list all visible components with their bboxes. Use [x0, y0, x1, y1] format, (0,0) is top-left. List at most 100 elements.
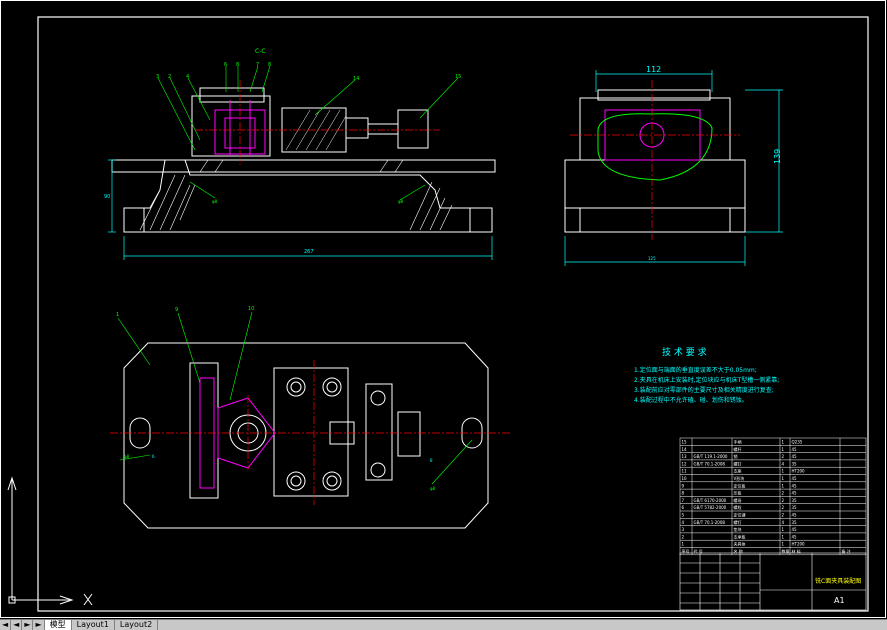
parts-list-cell: 螺钉: [734, 519, 742, 525]
top-slot-note-left: φ8: [124, 454, 130, 459]
parts-list-cell: 1: [782, 469, 785, 474]
balloon-top-0: 1: [116, 312, 119, 318]
tech-req-3: 3.装配前应对零部件的主要尺寸及相关精度进行复查;: [634, 386, 774, 394]
parts-list-cell: 定位板: [734, 482, 746, 488]
parts-list-cell: 压板: [734, 490, 742, 496]
parts-list-cell: 12: [682, 461, 688, 466]
balloon-front-5: 7: [256, 62, 259, 68]
sheet-border: [0, 0, 886, 618]
parts-list-cell: 35: [792, 498, 798, 503]
parts-list-cell: GB/T 5782-2000: [694, 505, 727, 510]
parts-list-cell: 1: [782, 440, 785, 445]
parts-list-cell: 定位键: [734, 512, 746, 518]
parts-list-cell: 2: [782, 513, 785, 518]
parts-list-cell: 7: [682, 498, 685, 503]
parts-list-cell: 5: [682, 513, 685, 518]
top-slot-note-right: φ8: [430, 486, 436, 491]
balloon-top-2: 10: [248, 306, 254, 312]
parts-list-cell: GB/T 70.1-2008: [694, 461, 726, 466]
tech-requirements-title: 技 术 要 求: [662, 346, 707, 358]
parts-list-cell: 1: [682, 542, 685, 547]
tech-requirements-list: 1.定位面与端面的垂直度误差不大于0.05mm; 2.夹具在机床上安装时,定位块…: [634, 366, 779, 404]
parts-list-cell: 45: [792, 476, 798, 481]
drawing-canvas[interactable]: 267 90 C-C 3 2 4 6 8 7 8 14 15 φ8 φ8 112…: [0, 0, 887, 629]
tech-req-4: 4.装配过程中不允许磕、碰、划伤和锈蚀。: [634, 396, 748, 404]
balloon-front-7: 14: [353, 76, 359, 82]
front-leaders: [157, 65, 459, 201]
parts-list-cell: 13: [682, 454, 688, 459]
parts-list-cell: 45: [792, 491, 798, 496]
parts-list-cell: 45: [792, 483, 798, 488]
parts-list-cell: 螺母: [734, 497, 742, 503]
parts-list-cell: 2: [782, 454, 785, 459]
parts-list-cell: 手柄: [734, 439, 742, 445]
front-view: [111, 87, 496, 233]
parts-list-cell: 支座: [734, 468, 742, 474]
parts-list-cell: 35: [792, 505, 798, 510]
parts-list-cell: 8: [682, 491, 685, 496]
drawing-title: 铣C面夹具装配图: [815, 577, 861, 585]
parts-list-cell: GB/T 70.1-2008: [694, 520, 726, 525]
parts-list-cell: 1: [782, 483, 785, 488]
side-width-dim: 112: [646, 65, 661, 74]
parts-list-cell: 1: [782, 447, 785, 452]
parts-list-cell: 9: [682, 483, 685, 488]
parts-list-cell: 45: [792, 534, 798, 539]
front-hole-note-left: φ8: [212, 199, 218, 204]
parts-list-cell: 11: [682, 469, 688, 474]
parts-list-cell: 45: [792, 447, 798, 452]
tech-req-1: 1.定位面与端面的垂直度误差不大于0.05mm;: [634, 366, 757, 374]
parts-list-cell: HT200: [792, 469, 806, 474]
top-view-centerlines: [110, 360, 510, 505]
front-balloons: 3 2 4 6 8 7 8 14 15: [156, 62, 461, 82]
parts-list-cell: 1: [782, 527, 785, 532]
sheet-size: A1: [834, 596, 845, 605]
parts-list-cell: 2: [782, 498, 785, 503]
balloon-front-4: 8: [236, 62, 239, 68]
parts-list: 15 手柄 1 Q23514 螺杆 1 4513 GB/T 119.1-2000 销 2 4512 G…: [679, 437, 867, 556]
parts-list-cell: 35: [792, 520, 798, 525]
parts-list-cell: 螺杆: [734, 446, 742, 452]
balloon-top-1: 9: [175, 307, 178, 313]
parts-list-cell: GB/T 119.1-2000: [694, 454, 728, 459]
parts-list-cell: 销: [734, 453, 738, 459]
top-view: [123, 342, 489, 529]
parts-list-cell: 6: [682, 505, 685, 510]
parts-list-cell: 垫块: [734, 526, 742, 532]
parts-list-cell: 4: [782, 520, 785, 525]
parts-list-cell: 1: [782, 534, 785, 539]
parts-list-cell: 15: [682, 440, 688, 445]
parts-list-cell: Q235: [792, 440, 803, 445]
balloon-front-0: 3: [156, 74, 159, 80]
front-height-dim: 90: [104, 194, 110, 200]
parts-list-cell: 2: [782, 491, 785, 496]
parts-list-cell: 4: [682, 520, 685, 525]
parts-list-cell: 45: [792, 454, 798, 459]
tech-req-2: 2.夹具在机床上安装时,定位块应与机床T型槽一侧紧靠;: [634, 376, 779, 384]
top-dim-left: 6: [152, 454, 155, 459]
side-height-dim: 139: [773, 149, 782, 164]
front-width-dim: 267: [304, 249, 314, 255]
parts-list-cell: GB/T 6170-2000: [694, 498, 727, 503]
balloon-front-2: 4: [186, 74, 189, 80]
parts-list-cell: 1: [782, 542, 785, 547]
front-hole-note-right: φ8: [398, 199, 404, 204]
parts-list-cell: 35: [792, 461, 798, 466]
parts-list-cell: 10: [682, 476, 688, 481]
parts-list-cell: 螺钉: [734, 460, 742, 466]
balloon-front-3: 6: [224, 62, 227, 68]
parts-list-cell: HT200: [792, 542, 806, 547]
parts-list-cell: 45: [792, 513, 798, 518]
parts-list-cell: 2: [782, 505, 785, 510]
top-view-leaders: [117, 311, 473, 485]
balloon-front-1: 2: [168, 74, 171, 80]
parts-list-cell: 支承板: [734, 533, 746, 539]
parts-list-cell: 45: [792, 527, 798, 532]
parts-list-cell: 2: [682, 534, 685, 539]
side-view: [564, 89, 746, 233]
balloon-front-8: 15: [455, 74, 461, 80]
layout-tab-bar: ◄ ◄ ► ► 模型 Layout1 Layout2: [0, 619, 887, 630]
top-dim-right: 8: [430, 458, 433, 463]
parts-list-cell: 螺栓: [734, 504, 742, 510]
parts-list-cell: 3: [682, 527, 685, 532]
